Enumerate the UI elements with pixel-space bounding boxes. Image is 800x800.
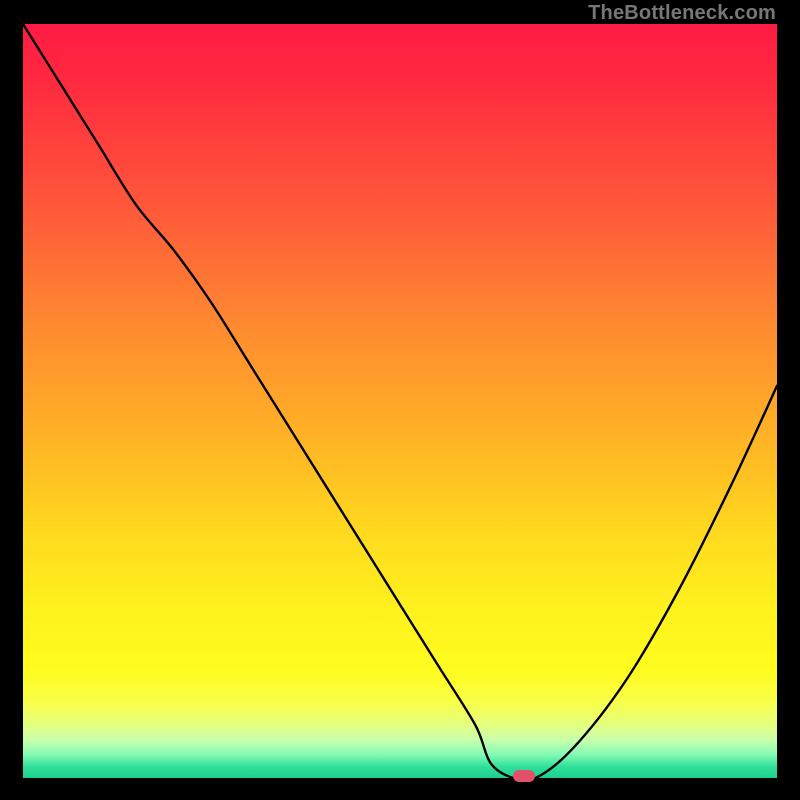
optimal-marker xyxy=(513,770,535,782)
watermark-text: TheBottleneck.com xyxy=(588,2,776,25)
bottleneck-curve xyxy=(23,24,777,778)
